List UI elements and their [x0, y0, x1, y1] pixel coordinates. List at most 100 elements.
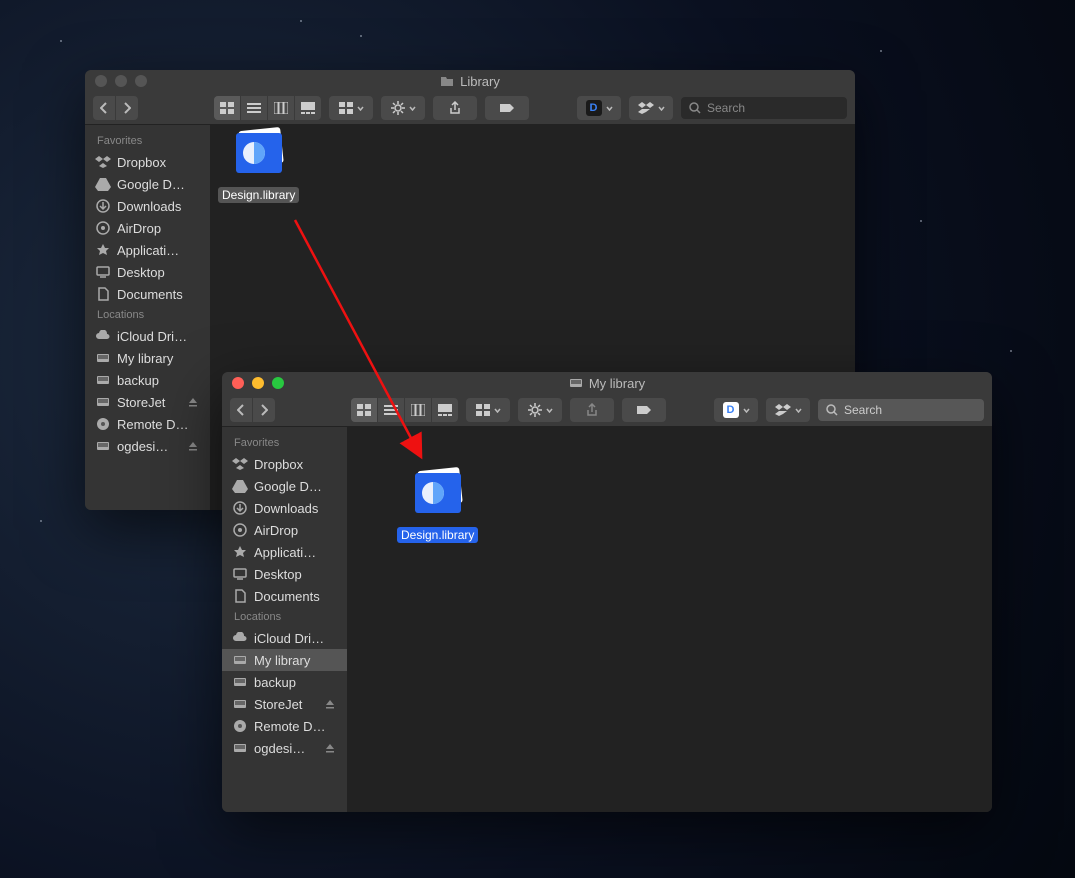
sidebar-item[interactable]: Desktop — [85, 261, 210, 283]
search-field[interactable]: Search — [818, 399, 984, 421]
eject-icon[interactable] — [325, 697, 337, 712]
sidebar-item[interactable]: backup — [222, 671, 347, 693]
sidebar-item[interactable]: StoreJet — [85, 391, 210, 413]
view-switcher[interactable] — [214, 96, 321, 120]
eject-icon[interactable] — [188, 439, 200, 454]
sidebar-item[interactable]: Documents — [85, 283, 210, 305]
gdrive-icon — [232, 478, 248, 494]
disk-icon — [95, 438, 111, 454]
sidebar-item[interactable]: Google D… — [222, 475, 347, 497]
action-menu[interactable] — [381, 96, 425, 120]
sidebar-item[interactable]: iCloud Dri… — [222, 627, 347, 649]
minimize-button[interactable] — [115, 75, 127, 87]
eject-icon[interactable] — [325, 741, 337, 756]
airdrop-icon — [95, 220, 111, 236]
traffic-lights[interactable] — [85, 75, 147, 87]
gallery-view-button[interactable] — [295, 96, 321, 120]
icon-view-button[interactable] — [351, 398, 378, 422]
gallery-view-button[interactable] — [432, 398, 458, 422]
sidebar-item[interactable]: Desktop — [222, 563, 347, 585]
titlebar[interactable]: Library — [85, 70, 855, 92]
back-button[interactable] — [93, 96, 116, 120]
sidebar-item-label: iCloud Dri… — [117, 329, 200, 344]
tag-icon — [636, 405, 652, 415]
sidebar-item[interactable]: Applicati… — [85, 239, 210, 261]
sidebar: Favorites DropboxGoogle D…DownloadsAirDr… — [222, 427, 347, 812]
forward-button[interactable] — [253, 398, 275, 422]
nav-back-forward[interactable] — [93, 96, 138, 120]
docs-icon — [95, 286, 111, 302]
sidebar-item[interactable]: backup — [85, 369, 210, 391]
list-view-button[interactable] — [378, 398, 405, 422]
sidebar-item-label: Documents — [254, 589, 337, 604]
tags-button[interactable] — [485, 96, 529, 120]
icon-view-button[interactable] — [214, 96, 241, 120]
sidebar-item[interactable]: Downloads — [222, 497, 347, 519]
app-toolbar-button-1[interactable]: D — [577, 96, 621, 120]
sidebar-item[interactable]: ogdesi… — [222, 737, 347, 759]
gear-icon — [391, 101, 405, 115]
sidebar-item[interactable]: StoreJet — [222, 693, 347, 715]
dropbox-toolbar-button[interactable] — [766, 398, 810, 422]
sidebar-item[interactable]: Documents — [222, 585, 347, 607]
tags-button[interactable] — [622, 398, 666, 422]
share-button[interactable] — [570, 398, 614, 422]
apps-icon — [232, 544, 248, 560]
titlebar[interactable]: My library — [222, 372, 992, 394]
cloud-icon — [232, 630, 248, 646]
window-title: Library — [85, 74, 855, 89]
sidebar-item[interactable]: My library — [85, 347, 210, 369]
sidebar-item-label: iCloud Dri… — [254, 631, 337, 646]
share-icon — [449, 101, 461, 115]
sidebar-item[interactable]: Dropbox — [222, 453, 347, 475]
sidebar-item[interactable]: AirDrop — [85, 217, 210, 239]
sidebar-item[interactable]: ogdesi… — [85, 435, 210, 457]
docs-icon — [232, 588, 248, 604]
zoom-button[interactable] — [135, 75, 147, 87]
disk-icon — [232, 740, 248, 756]
column-view-button[interactable] — [405, 398, 432, 422]
traffic-lights[interactable] — [222, 377, 284, 389]
forward-button[interactable] — [116, 96, 138, 120]
dropbox-toolbar-button[interactable] — [629, 96, 673, 120]
sidebar-item[interactable]: My library — [222, 649, 347, 671]
sidebar-item[interactable]: AirDrop — [222, 519, 347, 541]
sidebar-item-label: ogdesi… — [117, 439, 182, 454]
app-toolbar-button-1[interactable]: D — [714, 398, 758, 422]
download-icon — [232, 500, 248, 516]
sidebar-item[interactable]: Dropbox — [85, 151, 210, 173]
sidebar-item-label: Downloads — [254, 501, 337, 516]
file-item[interactable]: Design.library — [397, 465, 477, 543]
eject-icon[interactable] — [188, 395, 200, 410]
sidebar-item-label: Dropbox — [254, 457, 337, 472]
disk-icon — [95, 394, 111, 410]
nav-back-forward[interactable] — [230, 398, 275, 422]
sidebar-item-label: StoreJet — [117, 395, 182, 410]
column-view-button[interactable] — [268, 96, 295, 120]
sidebar-item-label: Documents — [117, 287, 200, 302]
finder-window-my-library[interactable]: My library D Search — [222, 372, 992, 812]
back-button[interactable] — [230, 398, 253, 422]
sidebar-item-label: Dropbox — [117, 155, 200, 170]
search-placeholder: Search — [844, 403, 882, 417]
sidebar-item[interactable]: iCloud Dri… — [85, 325, 210, 347]
share-button[interactable] — [433, 96, 477, 120]
file-item[interactable]: Design.library — [218, 125, 298, 203]
toolbar: D Search — [85, 92, 855, 125]
list-view-button[interactable] — [241, 96, 268, 120]
close-button[interactable] — [232, 377, 244, 389]
sidebar-item[interactable]: Remote D… — [222, 715, 347, 737]
search-field[interactable]: Search — [681, 97, 847, 119]
file-area[interactable]: Design.library — [347, 427, 992, 812]
sidebar-item[interactable]: Applicati… — [222, 541, 347, 563]
action-menu[interactable] — [518, 398, 562, 422]
group-menu[interactable] — [329, 96, 373, 120]
sidebar-item[interactable]: Remote D… — [85, 413, 210, 435]
sidebar-item[interactable]: Google D… — [85, 173, 210, 195]
minimize-button[interactable] — [252, 377, 264, 389]
sidebar-item[interactable]: Downloads — [85, 195, 210, 217]
group-menu[interactable] — [466, 398, 510, 422]
close-button[interactable] — [95, 75, 107, 87]
view-switcher[interactable] — [351, 398, 458, 422]
zoom-button[interactable] — [272, 377, 284, 389]
